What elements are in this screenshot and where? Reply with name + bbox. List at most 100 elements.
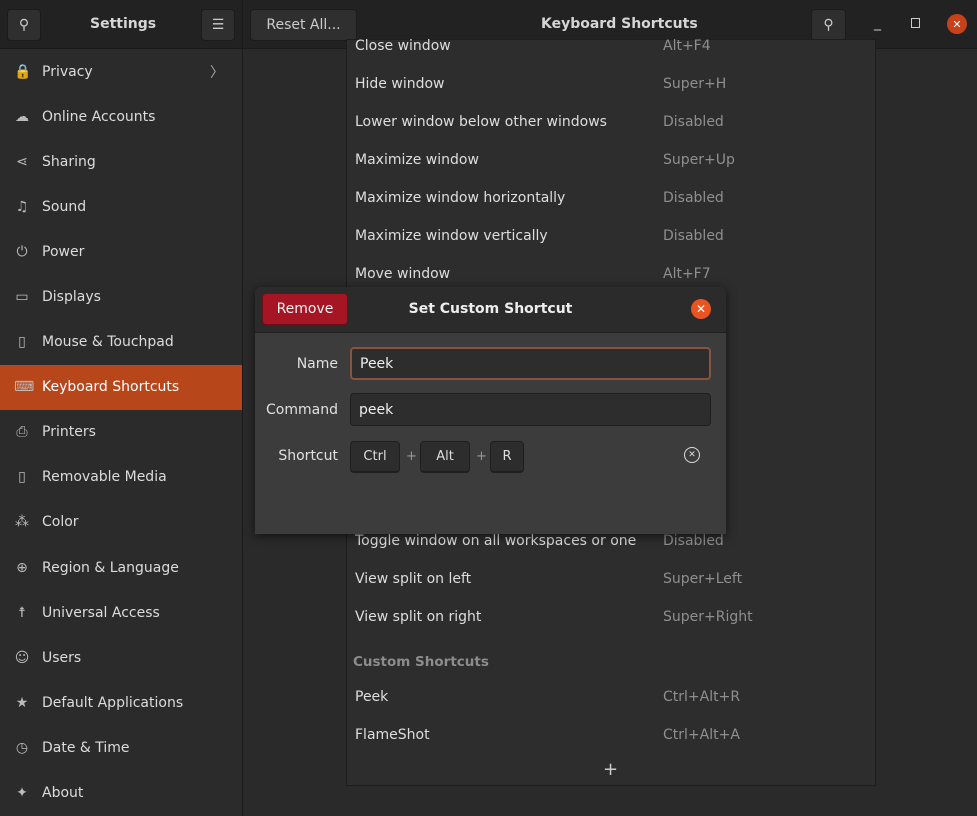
shortcut-name: Peek [355, 689, 389, 705]
sidebar-item-about[interactable]: ✦ About [0, 771, 242, 816]
color-icon: ⁂ [15, 514, 29, 531]
close-icon: ✕ [695, 302, 707, 316]
shortcut-row[interactable]: View split on left Super+Left [347, 560, 875, 598]
shortcut-row[interactable]: View split on right Super+Right [347, 598, 875, 636]
shortcut-row[interactable]: Peek Ctrl+Alt+R [347, 678, 875, 716]
sidebar-item-label: About [42, 785, 84, 802]
star-icon: ★ [15, 694, 29, 711]
sidebar-item-users[interactable]: ☺ Users [0, 635, 242, 680]
clear-shortcut-button[interactable]: ✕ [684, 447, 700, 463]
plus-separator: + [476, 449, 487, 464]
shortcut-value: Super+Left [663, 571, 743, 587]
sidebar-item-label: Keyboard Shortcuts [42, 379, 180, 396]
shortcut-value: Super+Up [663, 152, 735, 168]
hamburger-icon: ☰ [211, 17, 225, 33]
shortcut-name: View split on right [355, 609, 482, 625]
sidebar-item-label: Users [42, 649, 82, 666]
clock-icon: ◷ [15, 739, 29, 756]
sidebar-item-label: Removable Media [42, 469, 167, 486]
sidebar: 🔒 Privacy 〉 ☁ Online Accounts ⋖ Sharing ♫ Sound ⏻… [0, 49, 242, 816]
shortcut-name: Lower window below other windows [355, 114, 607, 130]
shortcut-row[interactable]: FlameShot Ctrl+Alt+A [347, 716, 875, 754]
sidebar-item-label: Online Accounts [42, 108, 156, 125]
sidebar-item-sharing[interactable]: ⋖ Sharing [0, 139, 242, 184]
sidebar-item-universal-access[interactable]: ☨ Universal Access [0, 590, 242, 635]
sidebar-item-removable-media[interactable]: ▯ Removable Media [0, 455, 242, 500]
shortcut-value: Disabled [663, 228, 724, 244]
dialog-title: Set Custom Shortcut [408, 301, 573, 317]
shortcut-value: Super+Right [663, 609, 753, 625]
lock-icon: 🔒 [14, 63, 32, 80]
mouse-icon: ▯ [18, 334, 26, 351]
name-value: Peek [360, 355, 394, 372]
shortcut-row[interactable]: Maximize window vertically Disabled [347, 217, 875, 255]
sidebar-item-printers[interactable]: ⎙ Printers [0, 410, 242, 455]
sidebar-item-privacy[interactable]: 🔒 Privacy 〉 [0, 49, 242, 94]
key-r[interactable]: R [490, 441, 524, 473]
sidebar-item-sound[interactable]: ♫ Sound [0, 184, 242, 229]
shortcut-name: Hide window [355, 76, 445, 92]
key-ctrl[interactable]: Ctrl [350, 441, 400, 473]
shortcut-row[interactable]: Hide window Super+H [347, 65, 875, 103]
shortcut-name: Move window [355, 266, 451, 282]
sidebar-item-label: Sound [42, 198, 87, 215]
users-icon: ☺ [14, 649, 30, 666]
set-custom-shortcut-dialog: Remove Set Custom Shortcut ✕ Name Peek C… [255, 287, 726, 534]
shortcut-row[interactable]: Maximize window Super+Up [347, 141, 875, 179]
menu-button[interactable]: ☰ [201, 9, 235, 41]
sidebar-item-date-time[interactable]: ◷ Date & Time [0, 725, 242, 770]
sidebar-item-label: Color [42, 514, 79, 531]
shortcut-name: FlameShot [355, 727, 430, 743]
shortcut-value: Alt+F4 [663, 38, 711, 54]
shortcut-name: Maximize window horizontally [355, 190, 566, 206]
usb-drive-icon: ▯ [18, 469, 26, 486]
minimize-button[interactable]: _ [874, 15, 881, 31]
sidebar-item-power[interactable]: ⏻ Power [0, 229, 242, 274]
shortcut-value: Disabled [663, 114, 724, 130]
sparkle-icon: ✦ [16, 785, 28, 802]
display-icon: ▭ [15, 289, 29, 306]
reset-all-button[interactable]: Reset All... [250, 9, 357, 41]
sidebar-item-label: Privacy [42, 63, 93, 80]
shortcut-value: Disabled [663, 190, 724, 206]
sidebar-item-keyboard-shortcuts[interactable]: ⌨ Keyboard Shortcuts [0, 364, 242, 410]
command-value: peek [359, 401, 394, 418]
sidebar-item-label: Printers [42, 424, 96, 441]
shortcut-row[interactable]: Maximize window horizontally Disabled [347, 179, 875, 217]
accessibility-icon: ☨ [18, 604, 26, 621]
keyboard-icon: ⌨ [14, 379, 35, 396]
add-shortcut-button[interactable]: + [603, 759, 618, 780]
shortcut-name: Maximize window [355, 152, 479, 168]
shortcut-row[interactable]: Lower window below other windows Disabled [347, 103, 875, 141]
clear-icon: ✕ [688, 450, 696, 460]
command-input[interactable]: peek [350, 393, 711, 426]
close-dialog-button[interactable]: ✕ [691, 299, 711, 319]
custom-shortcuts-heading: Custom Shortcuts [353, 654, 489, 670]
sidebar-item-label: Date & Time [42, 739, 130, 756]
share-icon: ⋖ [16, 153, 28, 170]
name-input[interactable]: Peek [350, 347, 711, 380]
sidebar-item-mouse-touchpad[interactable]: ▯ Mouse & Touchpad [0, 320, 242, 365]
sidebar-item-color[interactable]: ⁂ Color [0, 500, 242, 545]
plus-separator: + [406, 449, 417, 464]
sidebar-item-label: Sharing [42, 153, 96, 170]
close-window-button[interactable]: ✕ [947, 14, 967, 34]
sidebar-item-online-accounts[interactable]: ☁ Online Accounts [0, 94, 242, 139]
sidebar-item-default-applications[interactable]: ★ Default Applications [0, 680, 242, 725]
key-alt[interactable]: Alt [420, 441, 470, 473]
command-label: Command [266, 402, 338, 418]
shortcut-value: Ctrl+Alt+A [663, 727, 740, 743]
globe-icon: ⊕ [16, 559, 28, 576]
shortcut-row[interactable]: Close window Alt+F4 [347, 27, 875, 65]
dialog-header: Remove Set Custom Shortcut ✕ [255, 287, 726, 333]
maximize-button[interactable] [911, 18, 920, 28]
shortcut-name: View split on left [355, 571, 472, 587]
shortcut-value: Disabled [663, 533, 724, 549]
search-button[interactable]: ⚲ [7, 9, 41, 41]
sidebar-item-displays[interactable]: ▭ Displays [0, 274, 242, 319]
printer-icon: ⎙ [16, 424, 28, 441]
shortcut-label: Shortcut [278, 448, 338, 464]
sidebar-item-region-language[interactable]: ⊕ Region & Language [0, 545, 242, 590]
sidebar-item-label: Displays [42, 289, 101, 306]
shortcut-name: Toggle window on all workspaces or one [355, 533, 637, 549]
